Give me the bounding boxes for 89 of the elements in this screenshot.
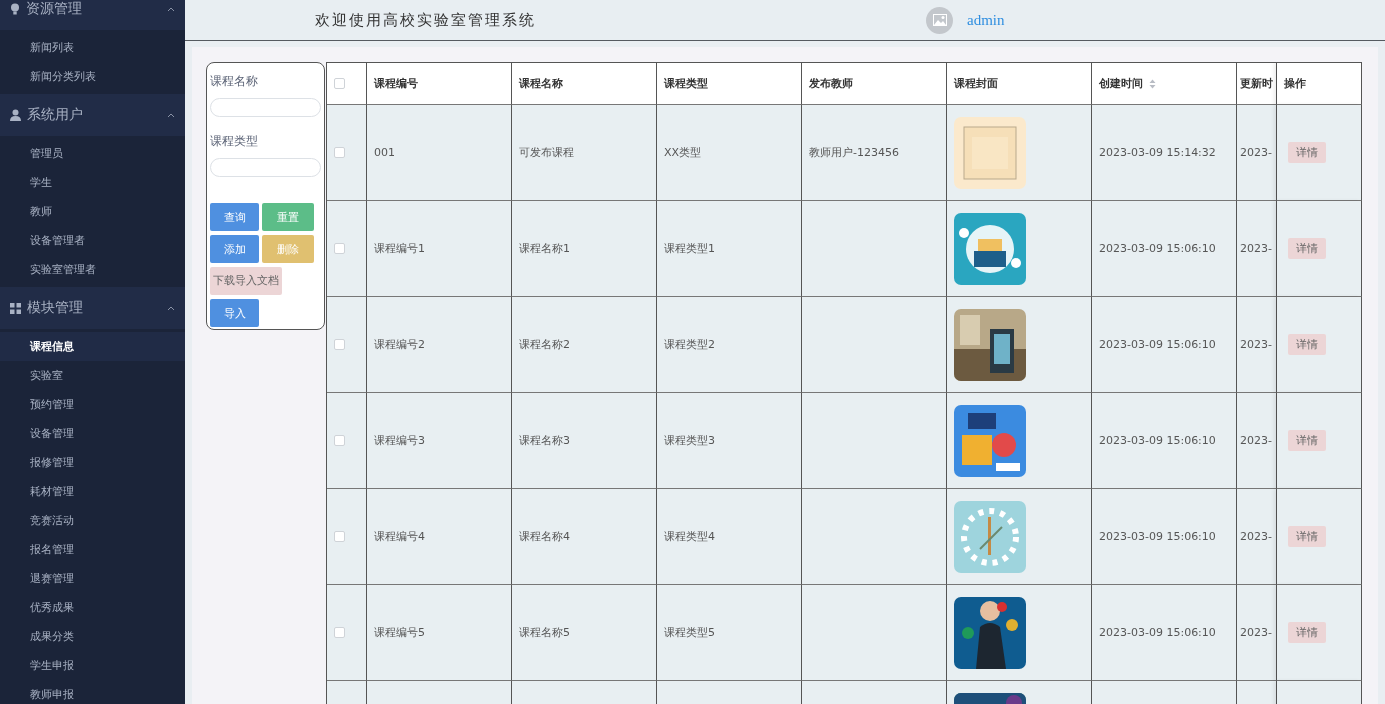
field-label: 课程类型 xyxy=(210,133,259,150)
detail-button[interactable]: 详情 xyxy=(1288,142,1326,163)
menu-item[interactable]: 成果分类 xyxy=(0,622,185,651)
menu-item[interactable]: 竞赛活动 xyxy=(0,506,185,535)
column-header: 课程名称 xyxy=(512,63,657,105)
table-cell: 课程类型1 xyxy=(657,201,802,297)
table-cell: 课程名称2 xyxy=(512,297,657,393)
table-cell: 2023- xyxy=(1237,297,1277,393)
checkbox[interactable] xyxy=(334,435,345,446)
table-cell: 课程编号5 xyxy=(367,585,512,681)
table-cell: 2023-03-09 15:14:32 xyxy=(1092,105,1237,201)
column-header: 课程封面 xyxy=(947,63,1092,105)
table-cell: 课程名称1 xyxy=(512,201,657,297)
table-cell: 课程编号3 xyxy=(367,393,512,489)
menu-item[interactable]: 预约管理 xyxy=(0,390,185,419)
menu-item[interactable]: 设备管理者 xyxy=(0,226,185,255)
checkbox[interactable] xyxy=(334,339,345,350)
menu-item[interactable]: 实验室管理者 xyxy=(0,255,185,284)
table-cell: 2023-03-09 15:06:10 xyxy=(1092,585,1237,681)
table-cell: 教师用户-123456 xyxy=(802,105,947,201)
checkbox[interactable] xyxy=(334,531,345,542)
table-cell: 课程名称3 xyxy=(512,393,657,489)
table-cell: 001 xyxy=(367,105,512,201)
table-cell: 课程名称4 xyxy=(512,489,657,585)
avatar-icon[interactable] xyxy=(926,6,953,34)
caret-up-icon[interactable] xyxy=(167,6,175,12)
detail-button[interactable]: 详情 xyxy=(1288,622,1326,643)
bulb-icon xyxy=(10,3,20,15)
detail-button[interactable]: 详情 xyxy=(1288,334,1326,355)
menu-item[interactable]: 优秀成果 xyxy=(0,593,185,622)
menu-item[interactable]: 管理员 xyxy=(0,139,185,168)
table-cell: 可发布课程 xyxy=(512,105,657,201)
table-cell: 2023-03-09 15:06:10 xyxy=(1092,393,1237,489)
detail-button[interactable]: 详情 xyxy=(1288,526,1326,547)
menu-item[interactable]: 报名管理 xyxy=(0,535,185,564)
column-header: 课程编号 xyxy=(367,63,512,105)
menu-item[interactable]: 退赛管理 xyxy=(0,564,185,593)
menu-item[interactable]: 教师申报 xyxy=(0,680,185,704)
menu-item[interactable]: 课程信息 xyxy=(0,332,185,361)
menu-group-header[interactable]: 模块管理 xyxy=(0,287,185,329)
table-cell: 2023- xyxy=(1237,105,1277,201)
menu-group-header[interactable]: 资源管理 xyxy=(0,0,185,30)
menu-item[interactable]: 新闻列表 xyxy=(0,33,185,62)
menu-item[interactable]: 新闻分类列表 xyxy=(0,62,185,91)
column-header: 操作 xyxy=(1277,63,1362,105)
sort-icon[interactable] xyxy=(1149,78,1156,89)
checkbox[interactable] xyxy=(334,243,345,254)
table-cell: 2023- xyxy=(1237,393,1277,489)
column-header[interactable]: 创建时间 xyxy=(1092,63,1237,105)
table-cell: 2023-03-09 15:06:10 xyxy=(1092,201,1237,297)
table-cell: 2023- xyxy=(1237,201,1277,297)
table-cell: 课程类型5 xyxy=(657,585,802,681)
table-cell: 2023-03-09 15:06:10 xyxy=(1092,297,1237,393)
checkbox[interactable] xyxy=(334,627,345,638)
table-cell: 2023- xyxy=(1237,489,1277,585)
table-cell: 2023-03-09 15:06:10 xyxy=(1092,489,1237,585)
grid-icon xyxy=(10,302,21,314)
menu-item[interactable]: 学生申报 xyxy=(0,651,185,680)
table-cell: 课程编号2 xyxy=(367,297,512,393)
detail-button[interactable]: 详情 xyxy=(1288,430,1326,451)
action-button[interactable]: 下载导入文档 xyxy=(210,267,282,295)
menu-item[interactable]: 教师 xyxy=(0,197,185,226)
checkbox[interactable] xyxy=(334,78,345,89)
input-field[interactable] xyxy=(210,98,321,117)
table-cell: 课程编号4 xyxy=(367,489,512,585)
menu-item[interactable]: 学生 xyxy=(0,168,185,197)
caret-up-icon[interactable] xyxy=(167,112,175,118)
menu-item[interactable]: 耗材管理 xyxy=(0,477,185,506)
table-cell: XX类型 xyxy=(657,105,802,201)
table-cell: 课程类型3 xyxy=(657,393,802,489)
menu-item[interactable]: 设备管理 xyxy=(0,419,185,448)
field-label: 课程名称 xyxy=(210,73,259,90)
input-field[interactable] xyxy=(210,158,321,177)
app-title: 欢迎使用高校实验室管理系统 xyxy=(315,10,537,30)
user-icon xyxy=(10,109,21,121)
checkbox[interactable] xyxy=(334,147,345,158)
table-cell: 课程编号1 xyxy=(367,201,512,297)
table-cell: 2023- xyxy=(1237,585,1277,681)
table-cell: 课程类型4 xyxy=(657,489,802,585)
column-header: 课程类型 xyxy=(657,63,802,105)
menu-item[interactable]: 报修管理 xyxy=(0,448,185,477)
caret-up-icon[interactable] xyxy=(167,305,175,311)
table-cell: 课程名称5 xyxy=(512,585,657,681)
detail-button[interactable]: 详情 xyxy=(1288,238,1326,259)
menu-group-header[interactable]: 系统用户 xyxy=(0,94,185,136)
column-header: 发布教师 xyxy=(802,63,947,105)
column-header: 更新时 xyxy=(1237,63,1277,105)
menu-item[interactable]: 实验室 xyxy=(0,361,185,390)
table-cell: 课程类型2 xyxy=(657,297,802,393)
